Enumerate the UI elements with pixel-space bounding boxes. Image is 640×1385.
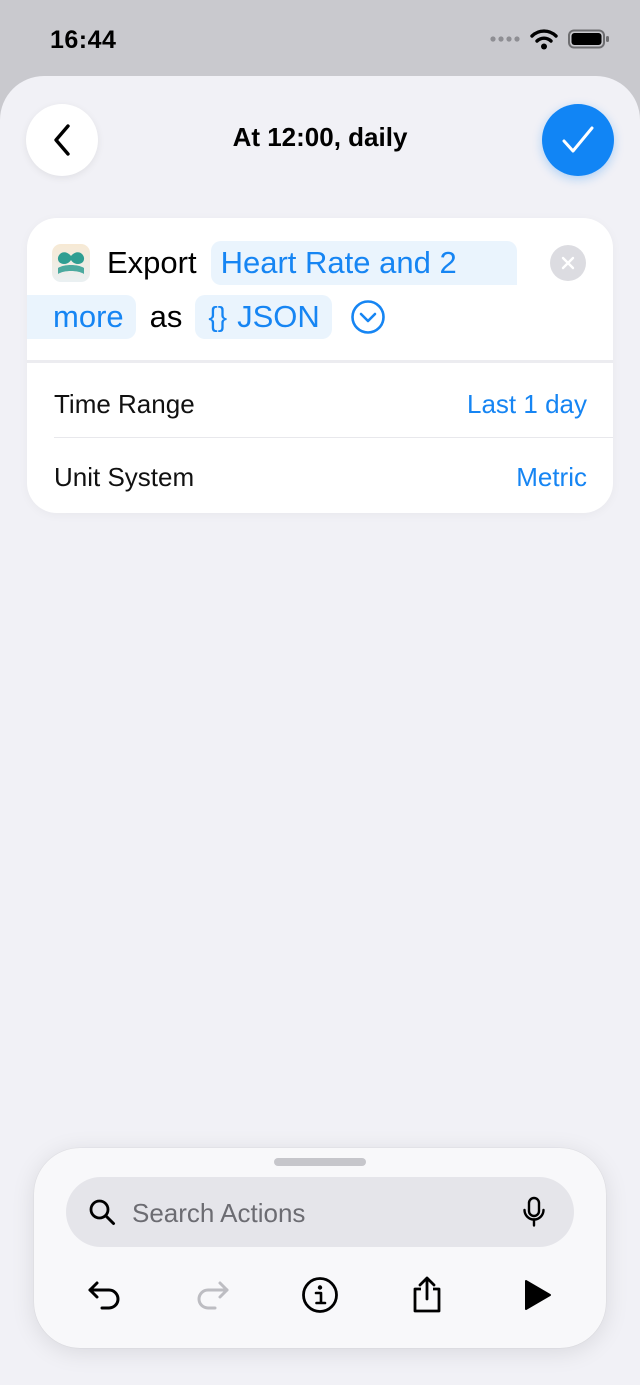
panel-grabber[interactable] bbox=[274, 1158, 366, 1166]
play-icon bbox=[525, 1280, 551, 1310]
undo-icon bbox=[88, 1281, 120, 1310]
back-button[interactable] bbox=[26, 104, 98, 176]
expand-action-button[interactable] bbox=[350, 299, 386, 335]
row-divider bbox=[54, 437, 613, 438]
search-placeholder: Search Actions bbox=[132, 1198, 306, 1228]
search-field[interactable]: Search Actions bbox=[66, 1177, 574, 1247]
health-data-token-more: more bbox=[53, 299, 124, 334]
time-range-label: Time Range bbox=[54, 389, 195, 419]
info-button[interactable] bbox=[298, 1273, 342, 1317]
format-token-label: JSON bbox=[237, 299, 320, 334]
time-range-value[interactable]: Last 1 day bbox=[467, 389, 587, 420]
battery-icon bbox=[568, 29, 609, 49]
status-time: 16:44 bbox=[50, 26, 117, 54]
export-action-card: Export Heart Rate and 2 more as {} JSON bbox=[27, 218, 613, 513]
card-divider bbox=[27, 360, 613, 363]
status-icons bbox=[490, 28, 610, 50]
back-chevron-icon bbox=[54, 124, 70, 156]
clear-button[interactable] bbox=[550, 245, 586, 281]
unit-system-row[interactable]: Unit System Metric bbox=[27, 440, 613, 512]
action-connector: as bbox=[149, 299, 183, 334]
wifi-icon bbox=[530, 29, 558, 50]
health-app-icon bbox=[52, 244, 90, 282]
unit-system-value[interactable]: Metric bbox=[516, 462, 587, 493]
info-icon bbox=[302, 1277, 338, 1313]
redo-icon bbox=[197, 1281, 229, 1310]
microphone-icon[interactable] bbox=[522, 1196, 546, 1228]
run-button[interactable] bbox=[515, 1273, 559, 1317]
redo-button[interactable] bbox=[190, 1273, 234, 1317]
done-button[interactable] bbox=[542, 104, 614, 176]
status-bar: 16:44 bbox=[0, 0, 640, 76]
unit-system-label: Unit System bbox=[54, 462, 195, 492]
checkmark-icon bbox=[562, 126, 594, 153]
time-range-row[interactable]: Time Range Last 1 day bbox=[27, 367, 613, 439]
action-search-panel: Search Actions bbox=[34, 1148, 606, 1348]
json-braces-icon: {} bbox=[208, 301, 228, 332]
automation-title[interactable]: At 12:00, daily bbox=[120, 122, 520, 153]
chevron-down-circle-icon bbox=[350, 300, 385, 334]
action-verb: Export bbox=[107, 245, 197, 280]
share-icon bbox=[413, 1276, 441, 1313]
action-line-1: Export Heart Rate and 2 bbox=[107, 240, 517, 286]
format-token[interactable]: {} JSON bbox=[195, 295, 332, 339]
clear-icon bbox=[561, 256, 575, 270]
editor-sheet: At 12:00, daily Export Heart Rate and 2 bbox=[0, 76, 640, 1385]
health-data-token-label: Heart Rate and 2 bbox=[220, 245, 457, 280]
share-button[interactable] bbox=[405, 1273, 449, 1317]
search-icon bbox=[89, 1199, 115, 1225]
undo-button[interactable] bbox=[83, 1273, 127, 1317]
health-data-token[interactable]: Heart Rate and 2 bbox=[210, 241, 517, 285]
health-data-token-continued[interactable]: more bbox=[27, 295, 136, 339]
action-line-2: more as {} JSON bbox=[27, 294, 386, 340]
signal-icon bbox=[490, 36, 520, 42]
